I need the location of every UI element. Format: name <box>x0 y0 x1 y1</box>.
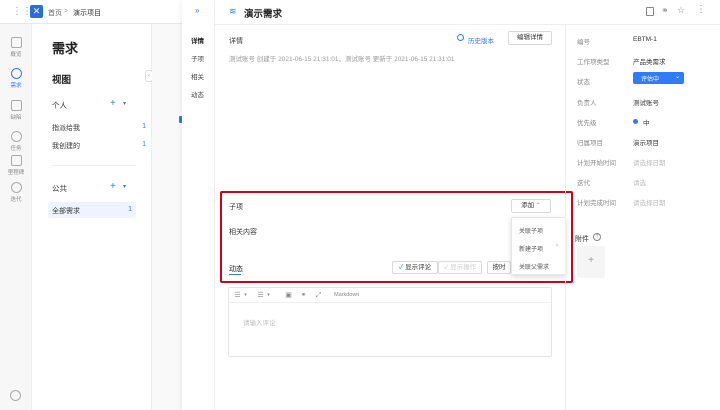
nav-item-details[interactable]: 详情 <box>191 35 204 45</box>
status-select[interactable]: 评估中 ⌄ <box>633 72 684 84</box>
fullscreen-icon[interactable]: ⤢ <box>315 292 322 299</box>
owner-label: 负责人 <box>577 100 597 107</box>
copy-icon[interactable] <box>646 7 654 16</box>
dropdown-caret-icon[interactable]: ▾ <box>242 292 249 299</box>
start-date-picker[interactable]: 请选择日期 <box>633 157 666 167</box>
breadcrumb-separator: > <box>64 8 69 15</box>
nav-item-activity[interactable]: 动态 <box>191 89 204 99</box>
start-date-label: 计划开始时间 <box>577 160 616 167</box>
rail-item-bugs[interactable]: 缺陷 <box>0 100 32 121</box>
sidebar-divider <box>52 165 136 166</box>
sidebar-item-all[interactable]: 全部需求 1 <box>48 202 136 218</box>
type-label: 工作项类型 <box>577 59 610 66</box>
personal-section-title: 个人 <box>52 101 67 110</box>
requirement-list-peek <box>152 24 186 410</box>
priority-dot-icon <box>633 119 638 124</box>
views-title: 视图 <box>52 75 72 86</box>
link-icon[interactable]: ⚭ <box>661 5 669 16</box>
app-logo[interactable]: ✕ <box>30 5 43 18</box>
history-version-link[interactable]: 历史版本 <box>468 35 494 45</box>
end-date-label: 计划完成时间 <box>577 200 616 207</box>
menu-item-new-subitem[interactable]: 新建子项 <box>519 244 543 253</box>
add-personal-view-icon[interactable]: + <box>110 98 116 109</box>
iteration-label: 迭代 <box>577 180 590 187</box>
layers-icon <box>10 68 22 79</box>
detail-title[interactable]: 演示需求 <box>244 6 282 20</box>
view-count: 1 <box>142 141 146 148</box>
attachments-label: 附件 <box>575 236 589 243</box>
module-rail: 概览 需求 缺陷 任务 里程碑 迭代 <box>0 24 32 410</box>
editor-toolbar-divider <box>229 302 551 303</box>
markdown-toggle[interactable]: Markdown <box>334 292 359 298</box>
end-date-picker[interactable]: 请选择日期 <box>633 197 666 207</box>
view-count: 1 <box>142 123 146 130</box>
settings-icon[interactable] <box>10 390 21 401</box>
task-icon <box>10 131 22 142</box>
breadcrumb-project[interactable]: 演示项目 <box>73 8 101 18</box>
sidebar-item-assigned[interactable]: 指派给我 1 <box>52 123 152 133</box>
add-public-view-icon[interactable]: + <box>110 181 116 192</box>
chevron-down-icon: ⌄ <box>674 74 680 80</box>
details-label: 详情 <box>229 38 243 45</box>
public-section-title: 公共 <box>52 184 67 193</box>
view-count: 1 <box>128 206 132 213</box>
rail-item-iterations[interactable]: 迭代 <box>0 182 32 203</box>
bug-icon <box>10 100 22 111</box>
type-value: 产品类需求 <box>633 59 666 66</box>
image-icon[interactable]: ▣ <box>285 292 292 299</box>
number-label: 编号 <box>577 39 590 46</box>
add-attachment-button[interactable]: + <box>577 246 605 278</box>
flag-icon <box>10 155 22 166</box>
project-value[interactable]: 演示项目 <box>633 137 659 147</box>
star-icon[interactable]: ☆ <box>677 5 685 16</box>
edit-details-button[interactable]: 编辑详情 <box>508 31 552 45</box>
help-icon[interactable]: ? <box>593 233 601 241</box>
priority-value[interactable]: 中 <box>643 117 650 127</box>
rail-item-milestones[interactable]: 里程碑 <box>0 155 32 176</box>
sidebar-item-created[interactable]: 我创建的 1 <box>52 141 152 151</box>
rail-item-tasks[interactable]: 任务 <box>0 131 32 152</box>
nav-item-related[interactable]: 相关 <box>191 71 204 81</box>
sidebar-title: 需求 <box>52 41 79 56</box>
requirement-type-icon: ≋ <box>229 6 237 16</box>
attributes-divider <box>565 25 566 410</box>
iteration-select[interactable]: 请选 <box>633 177 646 187</box>
dropdown-caret-icon[interactable]: ▾ <box>265 292 272 299</box>
history-icon[interactable] <box>457 34 464 41</box>
add-dropdown-menu: 关联子项 新建子项 › 关联父需求 <box>511 217 566 275</box>
bullet-list-icon[interactable]: ☰ <box>234 292 241 299</box>
menu-item-link-subitem[interactable]: 关联子项 <box>519 226 543 235</box>
nav-item-subitems[interactable]: 子项 <box>191 53 204 63</box>
detail-section-nav: » 详情 子项 相关 动态 <box>182 0 215 410</box>
breadcrumb-home[interactable]: 首页 <box>48 8 62 18</box>
requirements-sidebar: 需求 视图 ‹ 个人 + ▾ 指派给我 1 我创建的 1 公共 + ▾ 全部需求… <box>32 24 153 410</box>
header-divider <box>215 24 720 25</box>
cycle-icon <box>10 182 22 193</box>
number-value: EBTM-1 <box>633 36 657 43</box>
menu-item-link-parent[interactable]: 关联父需求 <box>519 262 549 271</box>
priority-label: 优先级 <box>577 120 597 127</box>
chevron-right-icon: › <box>556 243 558 249</box>
link-icon[interactable]: ⚭ <box>300 292 307 299</box>
overview-icon <box>10 37 22 48</box>
project-label: 归属项目 <box>577 140 603 147</box>
personal-view-menu-icon[interactable]: ▾ <box>123 100 126 107</box>
comment-editor[interactable]: ☰ ▾ ☰ ▾ ▣ ⚭ ⤢ Markdown 请输入评论 <box>228 287 552 357</box>
detail-meta: 测试账号 创建于 2021-06-15 21:31:01，测试账号 更新于 20… <box>229 56 455 63</box>
more-icon[interactable]: ⋮ <box>696 4 706 15</box>
apps-grid-icon[interactable]: ⋮⋮ <box>12 7 32 17</box>
numbered-list-icon[interactable]: ☰ <box>257 292 264 299</box>
rail-item-requirements[interactable]: 需求 <box>0 68 32 89</box>
collapse-nav-icon[interactable]: » <box>195 6 199 15</box>
status-label: 状态 <box>577 79 590 86</box>
comment-input[interactable]: 请输入评论 <box>243 317 276 327</box>
rail-item-overview[interactable]: 概览 <box>0 37 32 58</box>
owner-value[interactable]: 测试账号 <box>633 97 659 107</box>
public-view-menu-icon[interactable]: ▾ <box>123 183 126 190</box>
